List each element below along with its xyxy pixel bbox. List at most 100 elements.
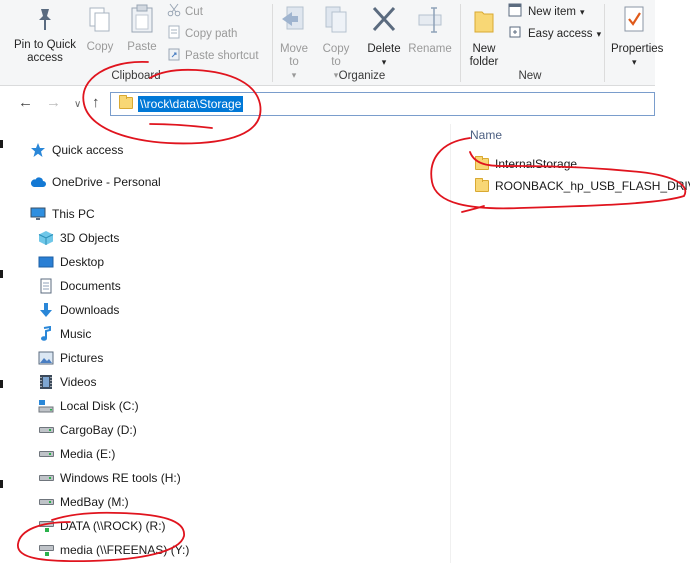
paste-shortcut-label: Paste shortcut — [185, 50, 259, 62]
rename-label: Rename — [408, 43, 452, 55]
properties-label: Properties — [611, 43, 664, 55]
monitor-icon — [30, 206, 46, 222]
up-arrow-icon[interactable]: ↑ — [92, 94, 100, 112]
clipboard-group-label: Clipboard — [111, 70, 161, 82]
nav-item-downloads[interactable]: Downloads — [38, 302, 119, 318]
recent-locations-chevron-icon[interactable]: ∨ — [74, 96, 81, 114]
nav-item-documents[interactable]: Documents — [38, 278, 121, 294]
address-path[interactable]: \\rock\data\Storage — [138, 96, 244, 112]
folder-icon — [475, 178, 489, 192]
drive-icon — [38, 475, 54, 481]
nav-label: MedBay (M:) — [60, 495, 129, 509]
copy-icon — [84, 6, 116, 38]
scissors-icon — [167, 3, 181, 21]
chevron-down-icon: ▾ — [596, 29, 602, 39]
nav-item-quick-access[interactable]: Quick access — [30, 142, 123, 158]
nav-item-local-disk-c[interactable]: Local Disk (C:) — [38, 398, 139, 414]
window-edge-mark — [0, 480, 3, 488]
rename-icon — [406, 4, 454, 40]
nav-item-onedrive[interactable]: OneDrive - Personal — [30, 174, 161, 190]
nav-label: 3D Objects — [60, 231, 120, 245]
clipboard-icon — [124, 4, 160, 38]
nav-label: Downloads — [60, 303, 120, 317]
nav-item-cargobay-d[interactable]: CargoBay (D:) — [38, 422, 137, 438]
nav-label: Windows RE tools (H:) — [60, 471, 181, 485]
download-arrow-icon — [38, 302, 54, 318]
nav-item-videos[interactable]: Videos — [38, 374, 96, 390]
window-edge-mark — [0, 380, 3, 388]
forward-arrow-icon[interactable]: → — [46, 94, 61, 112]
copy-label: Copy — [86, 41, 114, 53]
organize-group-label: Organize — [338, 70, 386, 82]
nav-item-desktop[interactable]: Desktop — [38, 254, 104, 270]
nav-item-data-rock-r[interactable]: DATA (\\ROCK) (R:) — [38, 518, 166, 534]
rename-button[interactable]: Rename — [406, 4, 454, 56]
file-item-internalstorage[interactable]: InternalStorage — [475, 156, 577, 171]
new-item-icon — [508, 3, 524, 21]
window-edge-mark — [0, 140, 3, 148]
properties-button[interactable]: Properties ▾ — [608, 4, 664, 69]
cloud-icon — [30, 174, 46, 190]
paste-button[interactable]: Paste — [124, 4, 160, 54]
paste-shortcut-button[interactable]: Paste shortcut — [167, 47, 259, 65]
nav-label: media (\\FREENAS) (Y:) — [60, 543, 190, 557]
nav-label: This PC — [52, 207, 95, 221]
address-bar[interactable]: \\rock\data\Storage — [110, 92, 655, 116]
delete-x-icon — [364, 4, 404, 40]
new-item-button[interactable]: New item ▾ — [508, 3, 584, 21]
ribbon-separator — [272, 4, 273, 82]
nav-label: Media (E:) — [60, 447, 116, 461]
nav-label: OneDrive - Personal — [52, 175, 161, 189]
nav-item-medbay-m[interactable]: MedBay (M:) — [38, 494, 129, 510]
easy-access-button[interactable]: Easy access ▾ — [508, 25, 601, 43]
chevron-down-icon: ▾ — [632, 57, 637, 67]
navigation-pane: Quick access OneDrive - Personal This PC… — [0, 124, 450, 563]
nav-label: Local Disk (C:) — [60, 399, 139, 413]
cut-button[interactable]: Cut — [167, 3, 203, 21]
chevron-down-icon: ▾ — [381, 57, 387, 67]
chevron-down-icon: ▾ — [579, 7, 585, 17]
copy-path-button[interactable]: Copy path — [167, 25, 237, 43]
new-folder-label: New folder — [469, 43, 499, 68]
pin-to-quick-access-button[interactable]: Pin to Quick access — [10, 6, 80, 65]
delete-label: Delete — [367, 43, 401, 55]
nav-item-pictures[interactable]: Pictures — [38, 350, 103, 366]
film-icon — [38, 374, 54, 390]
new-folder-button[interactable]: New folder — [465, 4, 503, 69]
chevron-down-icon: ▾ — [291, 70, 297, 80]
new-item-label: New item — [528, 6, 576, 18]
folder-icon — [475, 156, 489, 170]
file-item-roonback[interactable]: ROONBACK_hp_USB_FLASH_DRIVE — [475, 178, 690, 193]
ribbon-separator — [604, 4, 605, 82]
nav-item-music[interactable]: Music — [38, 326, 91, 342]
folder-icon — [119, 95, 133, 109]
paste-shortcut-icon — [167, 47, 181, 65]
cut-label: Cut — [185, 6, 203, 18]
nav-label: Videos — [60, 375, 97, 389]
easy-access-icon — [508, 25, 524, 43]
picture-icon — [38, 350, 54, 366]
nav-item-3d-objects[interactable]: 3D Objects — [38, 230, 119, 246]
nav-label: Pictures — [60, 351, 104, 365]
delete-button[interactable]: Delete ▾ — [364, 4, 404, 69]
network-drive-icon — [38, 545, 54, 556]
column-header-name[interactable]: Name — [470, 128, 502, 142]
move-to-button[interactable]: Move to ▾ — [276, 4, 312, 82]
nav-item-windows-re-tools-h[interactable]: Windows RE tools (H:) — [38, 470, 181, 486]
file-name: ROONBACK_hp_USB_FLASH_DRIVE — [495, 179, 690, 193]
move-to-label: Move to — [279, 43, 309, 68]
window-edge-mark — [0, 270, 3, 278]
nav-label: Music — [60, 327, 92, 341]
desktop-icon — [38, 254, 54, 270]
copy-button[interactable]: Copy — [84, 6, 116, 54]
nav-label: Desktop — [60, 255, 105, 269]
back-arrow-icon[interactable]: ← — [18, 94, 33, 112]
nav-item-this-pc[interactable]: This PC — [30, 206, 95, 222]
nav-item-media-freenas-y[interactable]: media (\\FREENAS) (Y:) — [38, 542, 189, 558]
cube-icon — [38, 230, 54, 246]
paste-label: Paste — [127, 41, 157, 53]
pin-label: Pin to Quick access — [14, 39, 76, 64]
nav-item-media-e[interactable]: Media (E:) — [38, 446, 115, 462]
copy-to-icon — [318, 4, 354, 40]
copy-to-label: Copy to — [322, 43, 350, 68]
